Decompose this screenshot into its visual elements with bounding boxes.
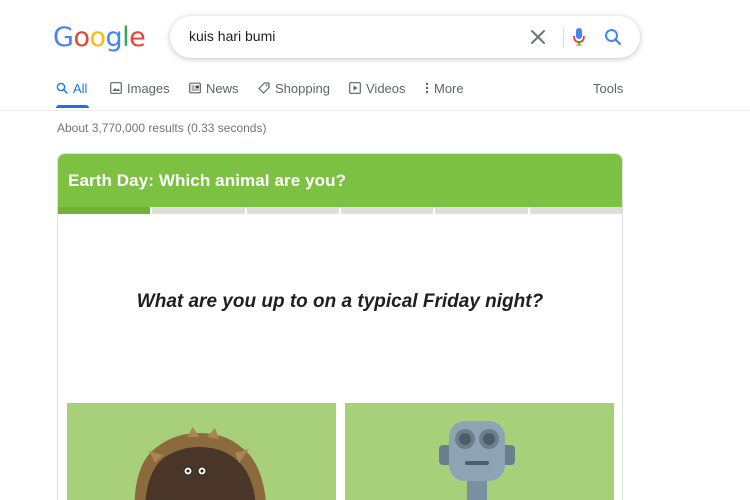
- earth-day-quiz-card: Earth Day: Which animal are you? What ar…: [57, 153, 623, 500]
- tab-images[interactable]: Images: [110, 80, 170, 110]
- tab-more[interactable]: More: [425, 80, 464, 110]
- tab-all[interactable]: All: [56, 80, 89, 110]
- tab-label: All: [73, 81, 88, 96]
- image-icon: [110, 82, 122, 94]
- logo-letter: g: [105, 22, 123, 53]
- progress-segment: [152, 207, 245, 214]
- logo-letter: o: [73, 22, 90, 53]
- logo-letter: l: [122, 22, 130, 53]
- search-input[interactable]: kuis hari bumi: [189, 28, 275, 44]
- tab-videos[interactable]: Videos: [349, 80, 406, 110]
- google-logo[interactable]: Google: [53, 22, 146, 53]
- tab-news[interactable]: News: [189, 80, 239, 110]
- binocular-viewer-illustration: [439, 421, 515, 500]
- play-icon: [349, 82, 361, 94]
- tab-label: More: [434, 81, 464, 96]
- tabs-divider: [0, 110, 750, 111]
- tab-label: Videos: [366, 81, 406, 96]
- more-vert-icon: [425, 82, 429, 94]
- search-icon[interactable]: [602, 26, 624, 48]
- microphone-icon[interactable]: [568, 26, 590, 48]
- search-divider: [563, 26, 564, 48]
- quiz-title: Earth Day: Which animal are you?: [68, 170, 347, 190]
- search-box[interactable]: kuis hari bumi: [170, 16, 640, 58]
- tab-tools[interactable]: Tools: [593, 80, 623, 110]
- tab-shopping[interactable]: Shopping: [258, 80, 330, 110]
- progress-segment: [246, 207, 339, 214]
- tag-icon: [258, 82, 270, 94]
- tab-label: Tools: [593, 81, 624, 96]
- progress-segment: [340, 207, 434, 214]
- progress-segment: [435, 207, 528, 214]
- progress-segment: [58, 207, 151, 214]
- close-icon[interactable]: [527, 26, 549, 48]
- search-tabs: All Images News Shopping Videos More Too…: [56, 80, 750, 110]
- quiz-progress-bar: [58, 207, 622, 214]
- tab-label: News: [206, 81, 239, 96]
- logo-letter: G: [53, 22, 74, 53]
- search-icon: [56, 82, 68, 94]
- result-stats: About 3,770,000 results (0.33 seconds): [57, 121, 267, 135]
- tab-label: Shopping: [275, 81, 330, 96]
- answer-option-1[interactable]: [67, 403, 336, 500]
- quiz-question: What are you up to on a typical Friday n…: [136, 291, 544, 312]
- quiz-header: Earth Day: Which animal are you?: [58, 154, 622, 207]
- answer-option-2[interactable]: [345, 403, 614, 500]
- logo-letter: o: [89, 22, 106, 53]
- tab-label: Images: [127, 81, 170, 96]
- cave-creature-illustration: [134, 427, 266, 500]
- logo-letter: e: [129, 22, 146, 53]
- progress-segment: [529, 207, 622, 214]
- news-icon: [189, 82, 201, 94]
